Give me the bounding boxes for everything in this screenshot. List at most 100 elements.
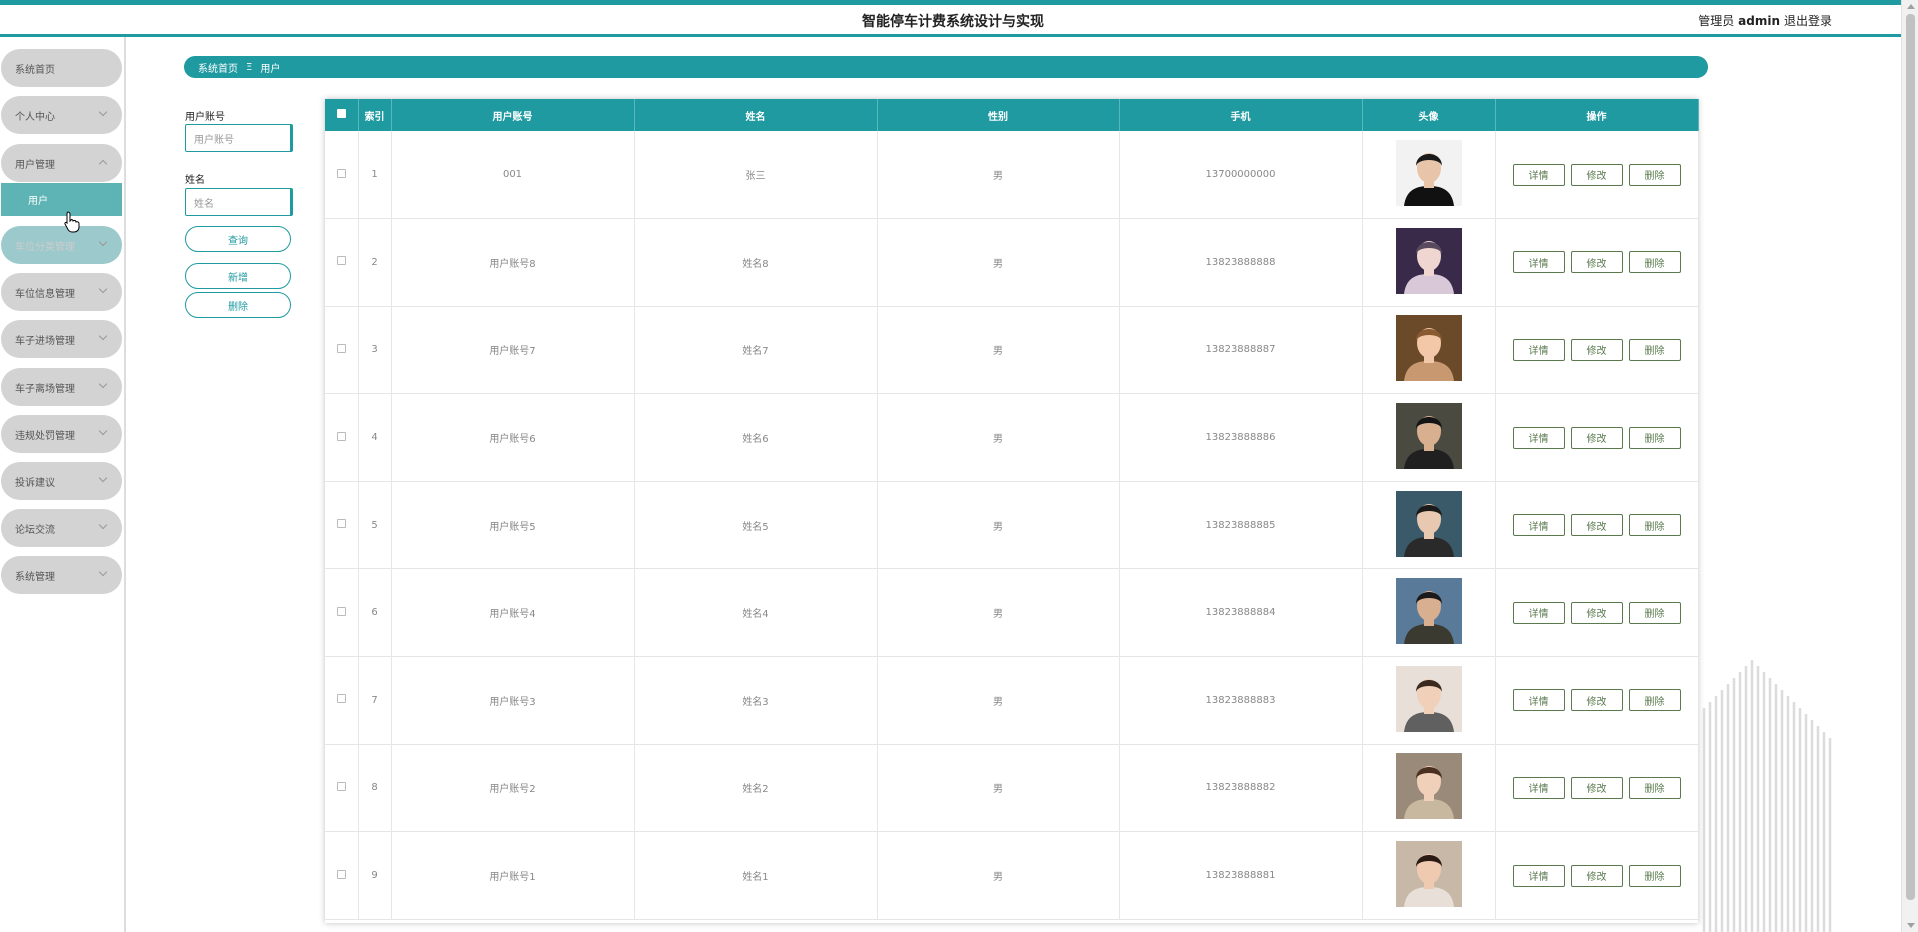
detail-button[interactable]: 详情 [1512,426,1565,449]
delete-button[interactable]: 删除 [1628,163,1681,186]
sidebar-item-car-exit[interactable]: 车子离场管理 [1,368,122,406]
row-checkbox[interactable] [336,256,346,266]
row-actions: 详情 修改 删除 [1496,426,1698,449]
sidebar-item-complaint[interactable]: 投诉建议 [1,462,122,500]
cell-actions: 详情 修改 删除 [1495,131,1699,220]
delete-button[interactable]: 删除 [1628,338,1681,361]
detail-button[interactable]: 详情 [1512,601,1565,624]
detail-button[interactable]: 详情 [1512,864,1565,887]
row-checkbox[interactable] [336,343,346,353]
breadcrumb-home[interactable]: 系统首页 [198,60,238,75]
edit-button[interactable]: 修改 [1570,426,1623,449]
detail-button[interactable]: 详情 [1512,776,1565,799]
edit-button[interactable]: 修改 [1570,776,1623,799]
batch-delete-button[interactable]: 删除 [185,292,291,318]
query-button[interactable]: 查询 [185,226,291,252]
sidebar-item-system[interactable]: 系统管理 [1,556,122,594]
sidebar-item-user-management[interactable]: 用户管理 [1,144,122,182]
sidebar-item-label: 用户管理 [15,159,55,171]
row-actions: 详情 修改 删除 [1496,689,1698,712]
row-select-cell[interactable] [325,393,359,482]
cell-account: 用户账号1 [391,831,635,920]
name-input[interactable]: 姓名 [185,188,293,216]
sidebar-item-home[interactable]: 系统首页 [1,49,122,87]
row-checkbox[interactable] [336,168,346,178]
cell-gender: 男 [877,744,1120,833]
cell-gender: 男 [877,131,1120,220]
edit-button[interactable]: 修改 [1570,514,1623,537]
detail-button[interactable]: 详情 [1512,251,1565,274]
delete-button[interactable]: 删除 [1628,864,1681,887]
cell-account: 用户账号5 [391,481,635,570]
cell-actions: 详情 修改 删除 [1495,481,1699,570]
scroll-up-icon[interactable] [1907,4,1915,9]
edit-button[interactable]: 修改 [1570,601,1623,624]
chevron-down-icon [98,567,108,577]
account-input[interactable]: 用户账号 [185,124,293,152]
row-checkbox[interactable] [336,869,346,879]
scroll-down-icon[interactable] [1907,923,1915,928]
chevron-down-icon [98,331,108,341]
cell-avatar [1362,131,1496,220]
row-select-cell[interactable] [325,568,359,658]
delete-button[interactable]: 删除 [1628,776,1681,799]
edit-button[interactable]: 修改 [1570,864,1623,887]
edit-button[interactable]: 修改 [1570,251,1623,274]
row-checkbox[interactable] [336,781,346,791]
cell-actions: 详情 修改 删除 [1495,568,1699,658]
row-checkbox[interactable] [336,431,346,441]
delete-button[interactable]: 删除 [1628,689,1681,712]
row-select-cell[interactable] [325,831,359,920]
table-row: 1 001 张三男 13700000000 详情 修改 删除 [325,131,1699,220]
edit-button[interactable]: 修改 [1570,163,1623,186]
sidebar-item-car-entry[interactable]: 车子进场管理 [1,320,122,358]
row-select-cell[interactable] [325,744,359,833]
detail-button[interactable]: 详情 [1512,514,1565,537]
cell-phone: 13823888882 [1119,744,1363,833]
table-row: 3 用户账号7 姓名7 男 13823888887 详情 修改 删除 [325,306,1699,395]
cell-index: 4 [358,393,392,482]
row-select-cell[interactable] [325,306,359,395]
row-actions: 详情 修改 删除 [1496,338,1698,361]
cell-phone: 13823888888 [1119,218,1363,307]
row-checkbox[interactable] [336,694,346,704]
logout-link[interactable]: 退出登录 [1784,12,1832,29]
delete-button[interactable]: 删除 [1628,251,1681,274]
detail-button[interactable]: 详情 [1512,689,1565,712]
delete-button[interactable]: 删除 [1628,601,1681,624]
cell-actions: 详情 修改 删除 [1495,306,1699,395]
sidebar-item-label: 系统管理 [15,571,55,583]
add-button[interactable]: 新增 [185,263,291,289]
page-scrollbar[interactable] [1901,0,1918,932]
table-header-row: 索引 用户账号 姓名 性别 手机 头像 操作 [325,99,1699,131]
row-select-cell[interactable] [325,218,359,307]
row-actions: 详情 修改 删除 [1496,776,1698,799]
edit-button[interactable]: 修改 [1570,689,1623,712]
cell-account: 用户账号4 [391,568,635,658]
cell-avatar [1362,306,1496,395]
sidebar-item-forum[interactable]: 论坛交流 [1,509,122,547]
row-checkbox[interactable] [336,606,346,616]
row-select-cell[interactable] [325,481,359,570]
sidebar-item-personal-center[interactable]: 个人中心 [1,96,122,134]
detail-button[interactable]: 详情 [1512,163,1565,186]
sidebar-item-violation[interactable]: 违规处罚管理 [1,415,122,453]
cell-name: 姓名6 [634,393,878,482]
row-checkbox[interactable] [336,519,346,529]
scroll-thumb[interactable] [1906,14,1915,900]
cell-account: 用户账号8 [391,218,635,307]
header-select-all[interactable] [325,99,359,131]
avatar [1395,841,1462,908]
detail-button[interactable]: 详情 [1512,338,1565,361]
sidebar-item-space-category[interactable]: 车位分类管理 [1,226,122,264]
select-all-checkbox[interactable] [336,109,346,118]
delete-button[interactable]: 删除 [1628,514,1681,537]
row-actions: 详情 修改 删除 [1496,514,1698,537]
sidebar-item-space-info[interactable]: 车位信息管理 [1,273,122,311]
row-select-cell[interactable] [325,656,359,745]
row-select-cell[interactable] [325,131,359,220]
edit-button[interactable]: 修改 [1570,338,1623,361]
delete-button[interactable]: 删除 [1628,426,1681,449]
sidebar-subitem-user[interactable]: 用户 [1,183,122,216]
cell-account: 用户账号7 [391,306,635,395]
